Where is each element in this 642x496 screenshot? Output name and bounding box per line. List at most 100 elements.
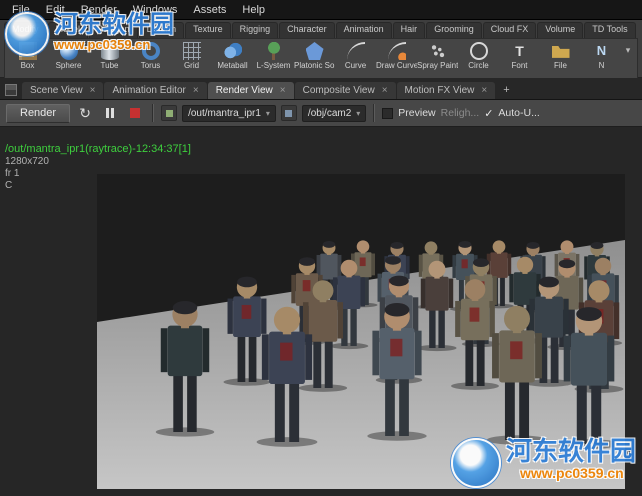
add-pane-tab-button[interactable]: + xyxy=(496,81,516,99)
tab-close-icon[interactable]: × xyxy=(481,85,487,96)
rop-chooser-icon[interactable] xyxy=(161,105,178,121)
menu-item[interactable]: Windows xyxy=(125,2,186,18)
menu-item[interactable]: File xyxy=(4,2,38,18)
menu-item[interactable]: Render xyxy=(73,2,125,18)
menu-item[interactable]: Assets xyxy=(185,2,234,18)
shelf-tool[interactable]: Circle xyxy=(458,41,499,78)
shelf-tool[interactable]: Spray Paint xyxy=(417,41,458,78)
shelf-tool[interactable]: File xyxy=(540,41,581,78)
refresh-render-icon[interactable]: ↻ xyxy=(75,103,95,123)
pane-tab-label: Composite View xyxy=(302,85,375,96)
shelf-tool-label: Curve xyxy=(344,61,367,70)
shelf-tool-label: N xyxy=(598,61,605,70)
shelf-tab[interactable]: TD Tools xyxy=(584,22,636,38)
pause-render-icon[interactable] xyxy=(100,103,120,123)
shelf-tool-icon xyxy=(511,42,529,60)
relight-label[interactable]: Religh... xyxy=(441,107,480,119)
shelf-tab[interactable]: Deform xyxy=(138,22,185,38)
shelf-tool[interactable]: Sphere xyxy=(48,41,89,78)
preview-checkbox[interactable] xyxy=(382,107,394,119)
camera-chooser-icon[interactable] xyxy=(280,105,297,121)
stop-square-icon xyxy=(130,108,141,118)
shelf-tab-bar: Modify Model Polygon Deform Texture Rigging Ch… xyxy=(4,22,638,38)
shelf-tool-icon xyxy=(182,42,201,60)
shelf: Modify Model Polygon Deform Texture Rigging Ch… xyxy=(0,20,642,78)
shelf-tool-label: Sphere xyxy=(55,61,82,70)
pane-tab-list: Scene View × Animation Editor × Render V… xyxy=(22,82,496,99)
pane-tab[interactable]: Scene View × xyxy=(22,82,104,99)
auto-update-label[interactable]: Auto-U... xyxy=(498,107,539,119)
pane-tab[interactable]: Animation Editor × xyxy=(104,82,207,99)
shelf-tab[interactable]: Hair xyxy=(392,22,426,38)
menu-bar: File Edit Render Windows Assets Help xyxy=(0,0,642,20)
shelf-tool-label: Torus xyxy=(140,61,161,70)
pane-tab-bar: Scene View × Animation Editor × Render V… xyxy=(0,78,642,100)
shelf-tab[interactable]: Polygon xyxy=(89,22,138,38)
menu-item[interactable]: Help xyxy=(234,2,273,18)
shelf-tab[interactable]: Model xyxy=(47,22,89,38)
auto-update-check-icon[interactable]: ✓ xyxy=(484,107,493,120)
shelf-tool[interactable]: Draw Curve xyxy=(376,41,417,78)
shelf-tool[interactable]: Curve xyxy=(335,41,376,78)
shelf-tool-label: Platonic Soli... xyxy=(294,61,335,70)
shelf-tool[interactable]: L-System xyxy=(253,41,294,78)
shelf-tab[interactable]: Volume xyxy=(537,22,584,38)
shelf-tab[interactable]: Animation xyxy=(335,22,392,38)
shelf-tool-row: Box Sphere Tube Torus Grid Metaball L-Sy… xyxy=(4,38,638,78)
shelf-tool-icon xyxy=(469,42,488,60)
shelf-tool[interactable]: N xyxy=(581,41,621,78)
render-button[interactable]: Render xyxy=(6,103,71,123)
shelf-tool-label: Box xyxy=(20,61,35,70)
shelf-tool-icon xyxy=(305,42,324,60)
shelf-tool-label: Tube xyxy=(100,61,119,70)
render-toolbar: Render ↻ /out/mantra_ipr1 ▾ /obj/cam2 ▾ … xyxy=(0,100,642,127)
shelf-tool[interactable]: Box xyxy=(7,41,48,78)
shelf-tab[interactable]: Modify xyxy=(4,22,47,38)
rendered-image xyxy=(97,174,625,489)
tab-close-icon[interactable]: × xyxy=(382,85,388,96)
camera-path-field[interactable]: /obj/cam2 ▾ xyxy=(301,104,367,122)
tab-close-icon[interactable]: × xyxy=(193,85,199,96)
shelf-tool-icon xyxy=(346,42,365,60)
pause-bars-icon xyxy=(106,108,115,118)
shelf-tool[interactable]: Torus xyxy=(130,41,171,78)
tab-close-icon[interactable]: × xyxy=(90,85,96,96)
pane-tab[interactable]: Render View × xyxy=(207,82,294,99)
shelf-tool-label: Grid xyxy=(183,61,200,70)
shelf-tab[interactable]: Rigging xyxy=(231,22,279,38)
shelf-tool[interactable]: Metaball xyxy=(212,41,253,78)
menu-item[interactable]: Edit xyxy=(38,2,73,18)
shelf-tool[interactable]: Tube xyxy=(89,41,130,78)
shelf-tool-icon xyxy=(551,45,570,58)
render-area: /out/mantra_ipr1(raytrace)-12:34:37[1] 1… xyxy=(0,127,642,496)
render-resolution: 1280x720 xyxy=(5,156,49,167)
shelf-tool-icon xyxy=(428,42,447,60)
shelf-tab[interactable]: Cloud FX xyxy=(482,22,537,38)
shelf-tab[interactable]: Grooming xyxy=(426,22,482,38)
shelf-tab[interactable]: Texture xyxy=(185,22,231,38)
pane-tab-label: Scene View xyxy=(30,85,83,96)
rop-path-field[interactable]: /out/mantra_ipr1 ▾ xyxy=(182,104,276,122)
pane-tab[interactable]: Motion FX View × xyxy=(396,82,496,99)
shelf-tools: Box Sphere Tube Torus Grid Metaball L-Sy… xyxy=(7,41,621,78)
pane-menu-icon[interactable] xyxy=(5,84,17,96)
render-viewport[interactable] xyxy=(97,174,625,489)
render-status-line: /out/mantra_ipr1(raytrace)-12:34:37[1] xyxy=(5,143,191,155)
chevron-down-icon: ▾ xyxy=(356,108,361,118)
shelf-tool[interactable]: Grid xyxy=(171,41,212,78)
shelf-tab[interactable]: Character xyxy=(279,22,335,38)
pane-tab[interactable]: Composite View × xyxy=(294,82,396,99)
shelf-tool-label: Circle xyxy=(468,61,489,70)
shelf-tool-label: Font xyxy=(511,61,528,70)
shelf-tool-label: File xyxy=(554,61,567,70)
shelf-overflow-arrow-icon[interactable]: ▾ xyxy=(621,41,635,78)
stop-render-icon[interactable] xyxy=(125,103,145,123)
tab-close-icon[interactable]: × xyxy=(280,85,286,96)
pane-tab-label: Motion FX View xyxy=(404,85,475,96)
shelf-tool[interactable]: Font xyxy=(499,41,540,78)
shelf-tool[interactable]: Platonic Soli... xyxy=(294,41,335,78)
chevron-down-icon: ▾ xyxy=(265,108,270,118)
shelf-tool-label: L-System xyxy=(256,61,291,70)
preview-label[interactable]: Preview xyxy=(398,107,435,119)
shelf-tool-icon xyxy=(100,42,119,60)
